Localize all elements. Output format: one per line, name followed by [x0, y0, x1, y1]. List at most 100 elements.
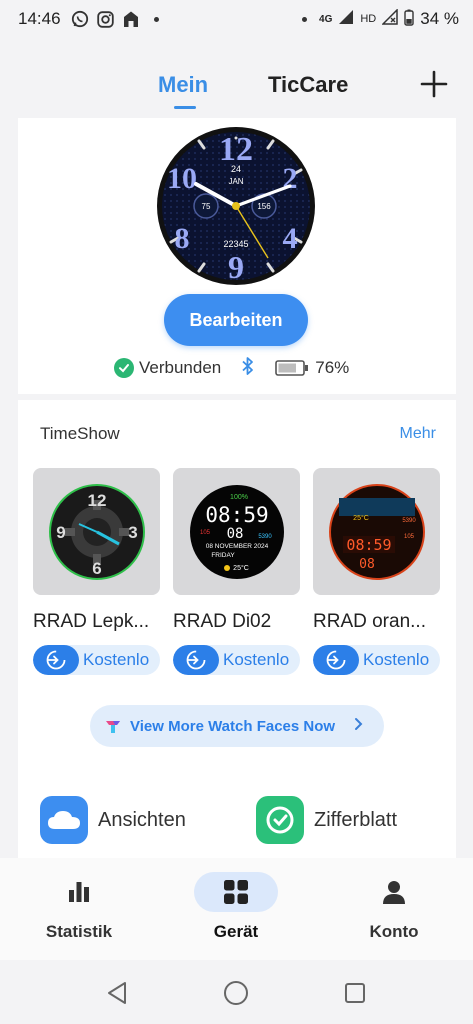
face3-steps: 5390 — [402, 518, 416, 524]
bluetooth-icon — [241, 356, 255, 381]
timeshow-header: TimeShow Mehr — [40, 424, 436, 444]
network-type: 4G — [319, 13, 333, 25]
numeral-2: 2 — [283, 162, 298, 195]
face3-seconds: 08 — [359, 557, 375, 572]
watch-left-value: 75 — [202, 202, 211, 211]
current-watch-face[interactable]: 12 10 2 8 4 9 24 JAN 75 156 22345 — [156, 126, 316, 286]
numeral-9: 9 — [228, 249, 244, 285]
home-icon[interactable] — [223, 980, 249, 1006]
nav-geraet[interactable]: Gerät — [181, 872, 291, 942]
face2-weekday: FRIDAY — [211, 552, 235, 559]
numeral-12: 12 — [219, 131, 253, 168]
device-battery-percent: 76% — [315, 358, 350, 377]
face1-numeral-6: 6 — [92, 559, 101, 578]
watch-face-thumbnail[interactable]: 100% 08:59 08 5390 105 08 NOVEMBER 2024 … — [173, 468, 300, 595]
download-icon — [173, 645, 219, 675]
chevron-right-icon — [354, 717, 364, 736]
watch-steps: 22345 — [223, 239, 248, 249]
watch-face-list: 12 3 6 9 RRAD Lepk... Kostenlo 100% 08:5… — [33, 468, 440, 675]
system-navigation — [0, 960, 473, 1024]
hd-label: HD — [360, 13, 377, 25]
timeshow-title: TimeShow — [40, 424, 120, 443]
watch-face-thumbnail[interactable]: 25°C 5390 105 08:59 08 — [313, 468, 440, 595]
nav-label: Konto — [369, 922, 419, 941]
person-icon — [381, 872, 407, 912]
numeral-10: 10 — [167, 162, 197, 195]
watch-face-card[interactable]: 25°C 5390 105 08:59 08 RRAD oran... Kost… — [313, 468, 440, 675]
face2-steps: 5390 — [258, 534, 272, 540]
price-label: Kostenlo — [363, 650, 430, 669]
instagram-icon — [96, 10, 114, 28]
whatsapp-icon — [71, 10, 89, 28]
battery-percent: 34 % — [420, 9, 459, 28]
nav-konto[interactable]: Konto — [339, 872, 449, 942]
header: Mein TicCare — [0, 58, 473, 114]
recents-icon[interactable] — [342, 980, 368, 1006]
ticwatch-logo-icon — [104, 717, 122, 735]
face3-time: 08:59 — [346, 536, 391, 554]
watch-face-card[interactable]: 12 3 6 9 RRAD Lepk... Kostenlo — [33, 468, 160, 675]
status-time: 14:46 — [18, 9, 61, 28]
face2-date: 08 NOVEMBER 2024 — [205, 543, 268, 550]
numeral-8: 8 — [175, 222, 190, 255]
price-label: Kostenlo — [83, 650, 150, 669]
zifferblatt-label: Zifferblatt — [314, 808, 397, 831]
face1-numeral-3: 3 — [128, 523, 137, 542]
download-icon — [313, 645, 359, 675]
face2-time: 08:59 — [205, 503, 268, 527]
status-bar: 14:46 4G HD 34 % — [0, 0, 473, 38]
main-content: 12 10 2 8 4 9 24 JAN 75 156 22345 Bearbe… — [18, 118, 456, 858]
more-link[interactable]: Mehr — [400, 425, 436, 443]
face2-battery: 100% — [230, 494, 248, 501]
watch-face-name: RRAD Di02 — [173, 611, 272, 632]
face3-heart: 105 — [403, 534, 414, 540]
tab-mein[interactable]: Mein — [158, 72, 208, 98]
face2-temp: 25°C — [233, 564, 249, 572]
notification-dot — [302, 16, 308, 22]
cloud-icon — [40, 796, 88, 844]
bottom-navigation: Statistik Gerät Konto — [0, 858, 473, 960]
watch-face-thumbnail[interactable]: 12 3 6 9 — [33, 468, 160, 595]
quick-actions: Ansichten Zifferblatt — [40, 796, 440, 846]
zifferblatt-item[interactable]: Zifferblatt — [256, 796, 397, 844]
download-free-button[interactable]: Kostenlo — [33, 645, 160, 675]
view-more-watch-faces-button[interactable]: View More Watch Faces Now — [90, 705, 384, 747]
device-section: 12 10 2 8 4 9 24 JAN 75 156 22345 Bearbe… — [18, 118, 456, 400]
face3-temp: 25°C — [353, 514, 369, 522]
face2-heart: 105 — [199, 530, 210, 536]
download-free-button[interactable]: Kostenlo — [173, 645, 300, 675]
clock-icon — [256, 796, 304, 844]
watch-face-card[interactable]: 100% 08:59 08 5390 105 08 NOVEMBER 2024 … — [173, 468, 300, 675]
check-icon — [114, 358, 134, 378]
price-label: Kostenlo — [223, 650, 290, 669]
connection-label: Verbunden — [139, 358, 222, 377]
download-icon — [33, 645, 79, 675]
grid-icon — [194, 872, 278, 912]
tab-active-indicator — [174, 106, 196, 109]
watch-day: 24 — [231, 164, 241, 174]
edit-watch-face-button[interactable]: Bearbeiten — [164, 294, 308, 346]
watch-month: JAN — [228, 177, 243, 186]
tab-ticcare[interactable]: TicCare — [268, 72, 348, 98]
battery-icon — [275, 359, 309, 377]
nav-statistik[interactable]: Statistik — [24, 872, 134, 942]
home-app-icon — [122, 10, 140, 28]
back-icon[interactable] — [104, 980, 130, 1006]
watch-face-name: RRAD oran... — [313, 611, 426, 632]
ansichten-item[interactable]: Ansichten — [40, 796, 186, 844]
face1-numeral-12: 12 — [87, 491, 106, 510]
watch-right-value: 156 — [257, 202, 271, 211]
numeral-4: 4 — [283, 222, 298, 255]
battery-status-icon — [404, 9, 414, 30]
view-more-label: View More Watch Faces Now — [130, 717, 336, 735]
nav-label: Gerät — [213, 922, 259, 941]
face2-seconds: 08 — [226, 526, 243, 542]
plus-icon[interactable] — [420, 70, 448, 98]
connection-status: Verbunden 76% — [114, 356, 349, 380]
notification-dot — [153, 16, 159, 22]
watch-face-name: RRAD Lepk... — [33, 611, 150, 632]
signal-icon-2 — [381, 8, 398, 29]
download-free-button[interactable]: Kostenlo — [313, 645, 440, 675]
face1-numeral-9: 9 — [56, 523, 65, 542]
nav-label: Statistik — [45, 922, 113, 941]
